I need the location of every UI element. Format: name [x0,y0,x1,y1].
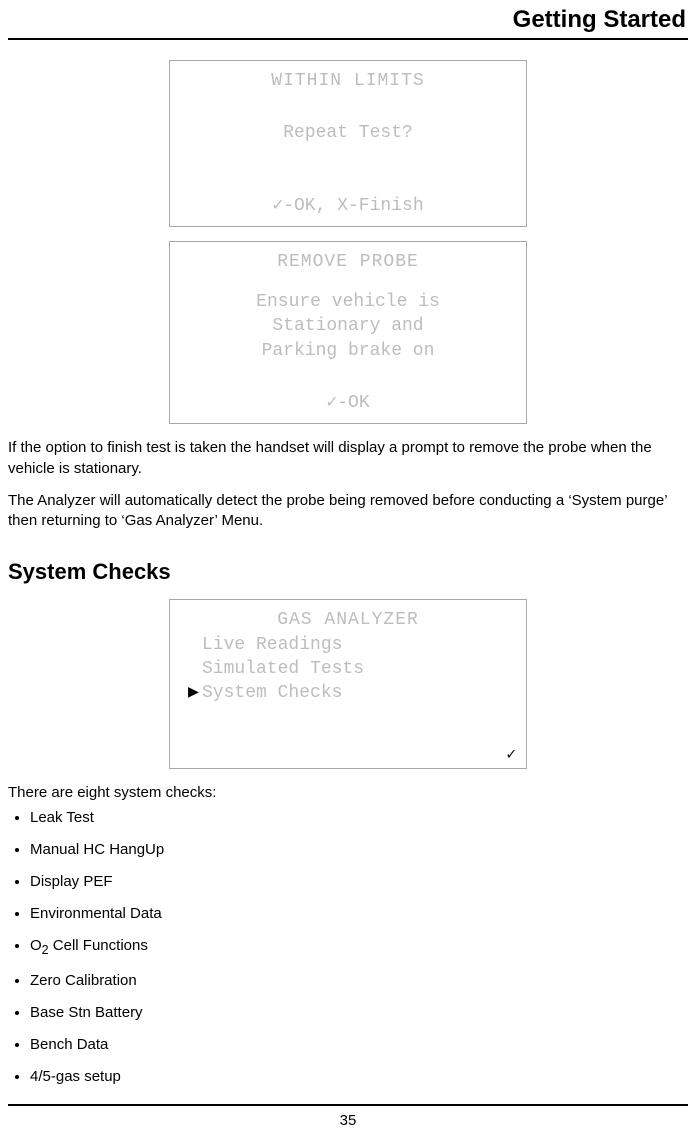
screen3-item3: ▶System Checks [176,681,520,705]
screen3-tick-icon: ✓ [176,744,520,764]
list-item: Base Stn Battery [30,1004,688,1022]
paragraph-1: If the option to finish test is taken th… [8,438,688,479]
screen3-item3-label: System Checks [202,683,342,703]
checks-list: Leak Test Manual HC HangUp Display PEF E… [8,809,688,1086]
section-heading: System Checks [8,559,688,585]
list-item: O2 Cell Functions [30,937,688,958]
list-item: Manual HC HangUp [30,841,688,859]
list-item: Bench Data [30,1036,688,1054]
page-footer: 35 [8,1104,688,1129]
o2-sub: 2 [42,943,49,957]
screen2-line3: Parking brake on [176,339,520,363]
screen3-item2: Simulated Tests [176,657,520,681]
screen1-title: WITHIN LIMITS [176,69,520,93]
list-item: Environmental Data [30,905,688,923]
lcd-screen-within-limits: WITHIN LIMITS Repeat Test? ✓-OK, X-Finis… [169,60,527,227]
screen3-title: GAS ANALYZER [176,608,520,632]
list-item: 4/5-gas setup [30,1068,688,1086]
lcd-screen-gas-analyzer: GAS ANALYZER Live Readings Simulated Tes… [169,599,527,768]
screen2-title: REMOVE PROBE [176,250,520,274]
screen1-footer: ✓-OK, X-Finish [176,194,520,218]
page-header: Getting Started [8,0,688,40]
paragraph-2: The Analyzer will automatically detect t… [8,491,688,532]
lcd-screen-remove-probe: REMOVE PROBE Ensure vehicle is Stationar… [169,241,527,424]
screen2-line2: Stationary and [176,314,520,338]
list-item: Display PEF [30,873,688,891]
screen2-line1: Ensure vehicle is [176,290,520,314]
screen2-footer: ✓-OK [176,391,520,415]
list-item: Leak Test [30,809,688,827]
menu-cursor-icon: ▶ [188,681,199,705]
list-item: Zero Calibration [30,972,688,990]
screen1-line1: Repeat Test? [176,121,520,145]
screen3-item1: Live Readings [176,633,520,657]
o2-pre: O [30,937,42,954]
paragraph-3: There are eight system checks: [8,783,688,803]
page-number: 35 [340,1112,357,1129]
o2-post: Cell Functions [49,937,148,954]
